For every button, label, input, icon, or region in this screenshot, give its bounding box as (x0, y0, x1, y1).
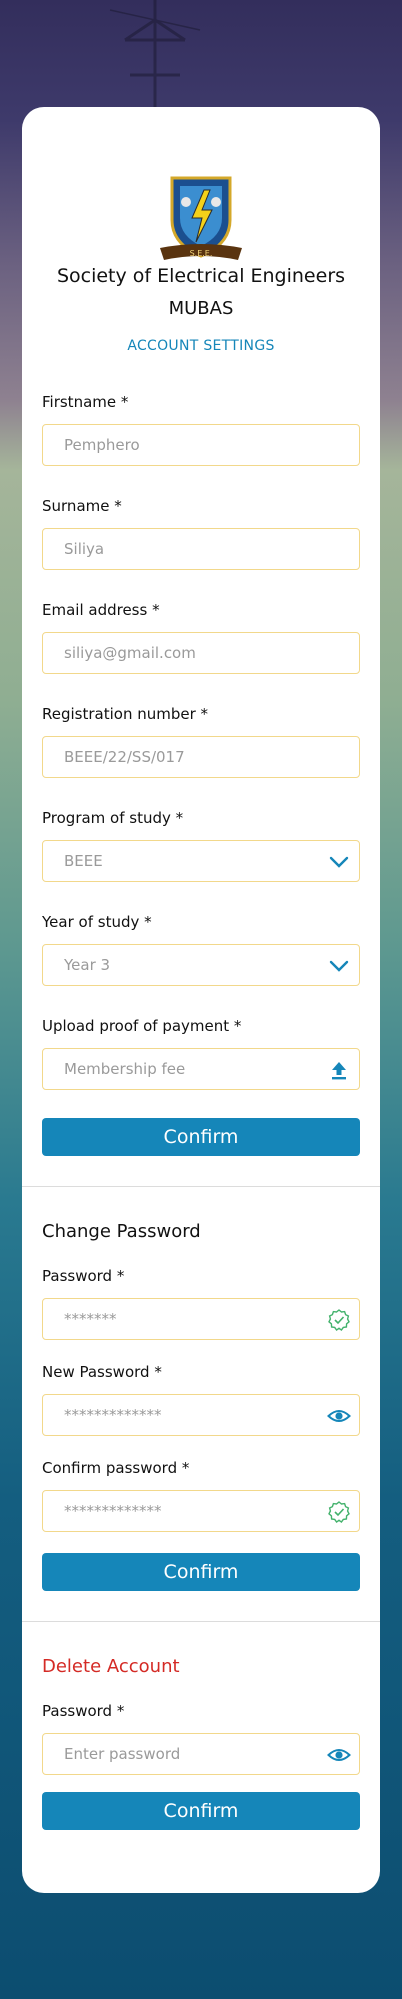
year-of-study-label: Year of study * (42, 913, 152, 931)
eye-icon[interactable] (327, 1404, 351, 1428)
delete-password-field[interactable]: Enter password (42, 1733, 360, 1775)
eye-icon[interactable] (327, 1743, 351, 1767)
confirm-password-label: Confirm password * (42, 1459, 190, 1477)
firstname-value: Pemphero (64, 436, 140, 454)
registration-number-field[interactable]: BEEE/22/SS/017 (42, 736, 360, 778)
registration-number-label: Registration number * (42, 705, 209, 723)
organization-name: Society of Electrical Engineers (56, 265, 346, 287)
society-logo: S.E.E. (160, 176, 242, 260)
delete-password-label: Password * (42, 1702, 125, 1720)
current-password-value: ******* (64, 1310, 117, 1328)
delete-account-confirm-button[interactable]: Confirm (42, 1792, 360, 1830)
email-label: Email address * (42, 601, 160, 619)
change-password-confirm-button[interactable]: Confirm (42, 1553, 360, 1591)
program-of-study-value: BEEE (64, 852, 103, 870)
email-value: siliya@gmail.com (64, 644, 196, 662)
surname-field[interactable]: Siliya (42, 528, 360, 570)
surname-value: Siliya (64, 540, 105, 558)
change-password-heading: Change Password (42, 1221, 201, 1242)
delete-password-placeholder: Enter password (64, 1745, 181, 1763)
email-field[interactable]: siliya@gmail.com (42, 632, 360, 674)
new-password-label: New Password * (42, 1363, 162, 1381)
surname-label: Surname * (42, 497, 122, 515)
proof-of-payment-upload[interactable]: Membership fee (42, 1048, 360, 1090)
confirm-password-value: ************* (64, 1502, 162, 1520)
current-password-field[interactable]: ******* (42, 1298, 360, 1340)
proof-of-payment-placeholder: Membership fee (64, 1060, 186, 1078)
registration-number-value: BEEE/22/SS/017 (64, 748, 185, 766)
firstname-field[interactable]: Pemphero (42, 424, 360, 466)
section-divider (22, 1186, 380, 1187)
confirm-password-field[interactable]: ************* (42, 1490, 360, 1532)
profile-confirm-button[interactable]: Confirm (42, 1118, 360, 1156)
program-of-study-label: Program of study * (42, 809, 184, 827)
upload-icon[interactable] (327, 1058, 351, 1082)
account-settings-card: S.E.E. Society of Electrical Engineers M… (22, 107, 380, 1893)
new-password-value: ************* (64, 1406, 162, 1424)
organization-short-name: MUBAS (168, 298, 234, 319)
delete-account-heading: Delete Account (42, 1656, 180, 1677)
program-of-study-select[interactable]: BEEE (42, 840, 360, 882)
section-divider (22, 1621, 380, 1622)
check-badge-icon (328, 1309, 350, 1331)
year-of-study-value: Year 3 (64, 956, 111, 974)
account-settings-heading: ACCOUNT SETTINGS (127, 338, 275, 354)
year-of-study-select[interactable]: Year 3 (42, 944, 360, 986)
firstname-label: Firstname * (42, 393, 129, 411)
chevron-down-icon (329, 960, 349, 972)
current-password-label: Password * (42, 1267, 125, 1285)
new-password-field[interactable]: ************* (42, 1394, 360, 1436)
check-badge-icon (328, 1501, 350, 1523)
proof-of-payment-label: Upload proof of payment * (42, 1017, 242, 1035)
chevron-down-icon (329, 856, 349, 868)
logo-text: S.E.E. (190, 249, 213, 258)
